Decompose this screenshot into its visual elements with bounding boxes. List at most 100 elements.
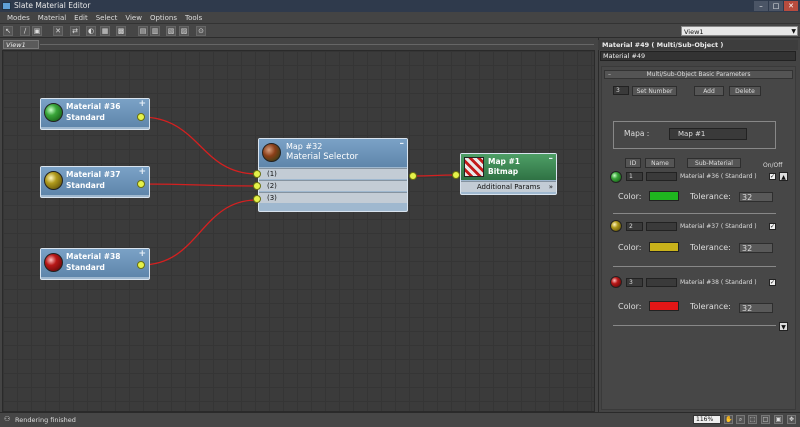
background-icon[interactable]: ▦ [100, 26, 110, 36]
expand-icon[interactable]: + [138, 167, 146, 177]
menu-options[interactable]: Options [146, 12, 181, 23]
map-preview-icon [262, 143, 281, 162]
sub-material-button[interactable]: Material #36 ( Standard ) [680, 173, 757, 180]
zoom-region-icon[interactable]: ⬚ [748, 415, 757, 424]
assign-icon[interactable]: ▣ [32, 26, 42, 36]
tolerance-field[interactable]: 32 [739, 303, 773, 313]
close-button[interactable]: ✕ [784, 1, 798, 11]
row-id-field[interactable]: 2 [626, 222, 643, 231]
material-map-browser-icon[interactable]: ⊙ [196, 26, 206, 36]
color-swatch[interactable] [649, 242, 679, 252]
color-swatch[interactable] [649, 301, 679, 311]
node-material-36[interactable]: Material #36 Standard + [40, 98, 150, 130]
rollout-container [601, 66, 796, 410]
color-swatch[interactable] [649, 191, 679, 201]
color-label: Color: [618, 192, 642, 201]
app-icon [2, 2, 11, 10]
zoom-level-field[interactable]: 116% [693, 415, 721, 424]
row-id-field[interactable]: 3 [626, 278, 643, 287]
expand-params-icon[interactable]: » [549, 182, 553, 193]
maximize-button[interactable]: □ [769, 1, 783, 11]
row-name-field[interactable] [646, 172, 677, 181]
zoom-extents-selected-icon[interactable]: ▣ [774, 415, 783, 424]
output-socket[interactable] [137, 180, 145, 188]
column-sub-material[interactable]: Sub-Material [687, 158, 741, 168]
output-socket[interactable] [137, 113, 145, 121]
show-map-icon[interactable]: ▩ [116, 26, 126, 36]
node-material-37[interactable]: Material #37 Standard + [40, 166, 150, 198]
menu-modes[interactable]: Modes [3, 12, 34, 23]
material-swatch-icon [610, 171, 622, 183]
material-name-field[interactable]: Material #49 [600, 51, 796, 61]
column-name[interactable]: Name [645, 158, 675, 168]
row-name-field[interactable] [646, 278, 677, 287]
input-socket-2[interactable] [253, 182, 261, 190]
menu-select[interactable]: Select [92, 12, 122, 23]
color-label: Color: [618, 302, 642, 311]
expand-icon[interactable]: + [138, 99, 146, 109]
menu-tools[interactable]: Tools [181, 12, 206, 23]
row-enable-checkbox[interactable]: ✓ [769, 223, 776, 230]
minimize-button[interactable]: – [754, 1, 768, 11]
row-enable-checkbox[interactable]: ✓ [769, 173, 776, 180]
scroll-up-button[interactable]: ▲ [779, 172, 788, 181]
delete-icon[interactable]: ✕ [53, 26, 63, 36]
tolerance-field[interactable]: 32 [739, 243, 773, 253]
set-number-button[interactable]: Set Number [632, 86, 677, 96]
output-socket[interactable] [409, 172, 417, 180]
menu-bar: Modes Material Edit Select View Options … [0, 12, 800, 24]
rollout-header[interactable]: – Multi/Sub-Object Basic Parameters [604, 70, 793, 79]
scroll-down-button[interactable]: ▼ [779, 322, 788, 331]
properties-icon[interactable]: ▨ [179, 26, 189, 36]
sub-material-button[interactable]: Material #38 ( Standard ) [680, 279, 757, 286]
show-end-result-icon[interactable]: ▤ [138, 26, 148, 36]
input-socket[interactable] [452, 171, 460, 179]
node-subtitle: Standard [66, 113, 105, 122]
view-selector-value: View1 [684, 28, 704, 36]
column-id[interactable]: ID [625, 158, 641, 168]
output-socket[interactable] [137, 261, 145, 269]
pan-icon[interactable]: ✋ [724, 415, 733, 424]
tab-strip [40, 44, 594, 48]
sub-material-button[interactable]: Material #37 ( Standard ) [680, 223, 757, 230]
tolerance-field[interactable]: 32 [739, 192, 773, 202]
additional-params-slot[interactable]: Additional Params » [461, 181, 556, 192]
input-socket-3[interactable] [253, 195, 261, 203]
row-name-field[interactable] [646, 222, 677, 231]
additional-params-label: Additional Params [476, 183, 541, 191]
rollout-title: Multi/Sub-Object Basic Parameters [646, 71, 751, 78]
input-slot-1: (1) [259, 168, 407, 179]
view-selector-dropdown[interactable]: View1 ▼ [681, 26, 798, 36]
select-icon[interactable]: ↖ [3, 26, 13, 36]
pan-to-selected-icon[interactable]: ✥ [787, 415, 796, 424]
node-map-1[interactable]: Map #1 Bitmap – Additional Params » [460, 153, 557, 195]
menu-edit[interactable]: Edit [70, 12, 92, 23]
input-socket-1[interactable] [253, 170, 261, 178]
menu-material[interactable]: Material [34, 12, 70, 23]
material-sphere-icon [44, 103, 63, 122]
zoom-icon[interactable]: ⌕ [736, 415, 745, 424]
row-id-field[interactable]: 1 [626, 172, 643, 181]
collapse-icon[interactable]: – [400, 139, 405, 149]
chevron-down-icon: ▼ [791, 28, 796, 35]
move-children-icon[interactable]: ⇄ [70, 26, 80, 36]
zoom-extents-icon[interactable]: □ [761, 415, 770, 424]
delete-button[interactable]: Delete [729, 86, 761, 96]
hide-icon[interactable]: ◐ [86, 26, 96, 36]
binoculars-icon[interactable]: ⚇ [4, 415, 13, 423]
layout-children-icon[interactable]: ▧ [166, 26, 176, 36]
tab-view1[interactable]: View1 [3, 40, 39, 49]
mapa-map-button[interactable]: Map #1 [669, 128, 747, 140]
collapse-icon[interactable]: – [549, 154, 554, 164]
layout-icon[interactable]: ▥ [150, 26, 160, 36]
row-enable-checkbox[interactable]: ✓ [769, 279, 776, 286]
material-sphere-icon [44, 171, 63, 190]
tolerance-label: Tolerance: [690, 192, 731, 201]
material-count-field[interactable]: 3 [613, 86, 629, 95]
add-button[interactable]: Add [694, 86, 724, 96]
node-map-32[interactable]: Map #32 Material Selector – (1) (2) (3) [258, 138, 408, 212]
node-material-38[interactable]: Material #38 Standard + [40, 248, 150, 280]
menu-view[interactable]: View [121, 12, 146, 23]
eyedropper-icon[interactable]: ∕ [20, 26, 30, 36]
expand-icon[interactable]: + [138, 249, 146, 259]
